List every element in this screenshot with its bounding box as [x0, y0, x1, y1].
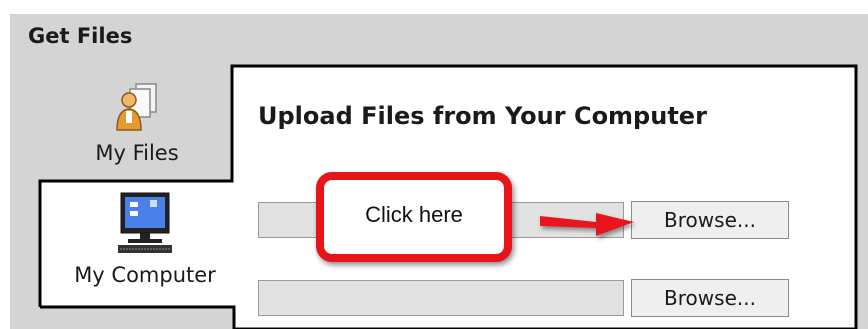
arrow-right-icon	[540, 213, 634, 236]
browse-button[interactable]: Browse...	[631, 279, 789, 317]
tab-label: My Computer	[74, 263, 216, 287]
browse-button[interactable]: Browse...	[631, 201, 789, 239]
tab-label: My Files	[95, 141, 179, 165]
callout-text: Click here	[365, 202, 463, 227]
person-document-icon	[78, 82, 196, 139]
file-path-field[interactable]	[258, 280, 624, 316]
computer-icon	[50, 190, 240, 261]
tab-my-computer[interactable]: My Computer	[50, 190, 240, 287]
tab-my-files[interactable]: My Files	[78, 82, 196, 165]
upload-heading: Upload Files from Your Computer	[258, 102, 707, 130]
annotation-callout: Click here	[316, 172, 512, 262]
